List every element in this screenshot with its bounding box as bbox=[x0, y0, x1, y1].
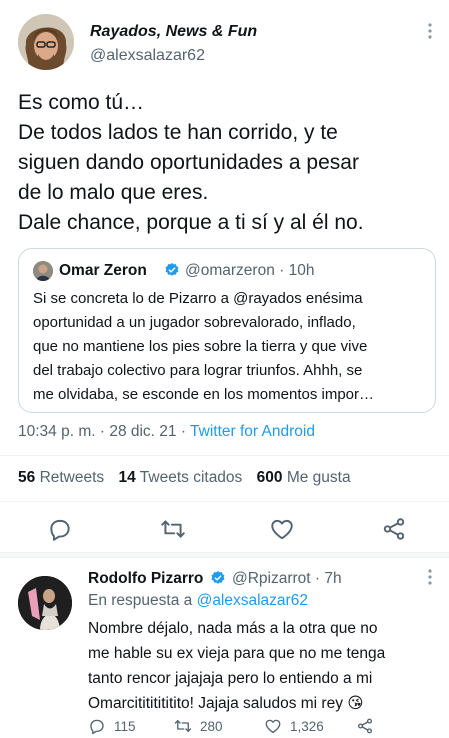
author-handle[interactable]: @alexsalazar62 bbox=[90, 47, 205, 65]
avatar-portrait-icon bbox=[18, 576, 72, 630]
author-avatar[interactable] bbox=[18, 14, 74, 70]
quoted-text-line: me olvidaba, se esconde en los momentos … bbox=[33, 386, 375, 403]
heart-icon bbox=[265, 719, 281, 734]
quotes-label[interactable]: Tweets citados bbox=[140, 469, 243, 486]
quoted-meta: @omarzeron · 10h bbox=[185, 262, 315, 279]
reply-tweet[interactable]: Rodolfo Pizarro @Rpizarrot · 7h En respu… bbox=[0, 558, 449, 738]
like-count: 1,326 bbox=[290, 718, 324, 734]
tweet-text-line: siguen dando oportunidades a pesar bbox=[18, 151, 359, 174]
tweet-timestamp: 10:34 p. m. · 28 dic. 21 · Twitter for A… bbox=[18, 423, 315, 441]
quoted-tweet[interactable]: Omar Zeron @omarzeron · 10h Si se concre… bbox=[18, 248, 436, 413]
in-reply-mention-link[interactable]: @alexsalazar62 bbox=[197, 592, 308, 609]
tweet-text-line: Es como tú… bbox=[18, 91, 145, 114]
divider bbox=[0, 455, 449, 456]
tweet-text: Es como tú… De todos lados te han corrid… bbox=[18, 88, 443, 238]
reply-icon bbox=[90, 719, 104, 735]
timestamp-text[interactable]: 10:34 p. m. · 28 dic. 21 · bbox=[18, 423, 190, 440]
reply-text-line: tanto rencor jajajaja pero lo entiendo a… bbox=[88, 670, 373, 687]
tweet-header: Rayados, News & Fun @alexsalazar62 bbox=[18, 14, 433, 74]
retweets-count[interactable]: 56 bbox=[18, 469, 35, 486]
quoted-author-avatar[interactable] bbox=[33, 261, 53, 281]
quoted-author-name[interactable]: Omar Zeron bbox=[59, 262, 147, 280]
in-reply-prefix: En respuesta a bbox=[88, 592, 197, 609]
retweet-icon bbox=[174, 720, 192, 732]
reply-share-button[interactable] bbox=[356, 716, 382, 736]
retweets-label[interactable]: Retweets bbox=[40, 469, 105, 486]
share-icon[interactable] bbox=[381, 516, 407, 542]
more-options-icon[interactable] bbox=[427, 568, 433, 591]
reply-reply-button[interactable]: 115 bbox=[88, 716, 136, 736]
quoted-text: Si se concreta lo de Pizarro a @rayados … bbox=[33, 287, 428, 407]
reply-retweet-button[interactable]: 280 bbox=[174, 716, 223, 736]
author-display-name[interactable]: Rayados, News & Fun bbox=[90, 23, 257, 41]
tweet-text-line: de lo malo que eres. bbox=[18, 181, 209, 204]
share-icon bbox=[357, 718, 373, 734]
reply-text-line: me hable su ex vieja para que no me teng… bbox=[88, 645, 386, 662]
retweet-count: 280 bbox=[200, 718, 223, 734]
tweet-action-bar bbox=[0, 512, 449, 548]
retweet-icon[interactable] bbox=[160, 516, 186, 542]
in-reply-to: En respuesta a @alexsalazar62 bbox=[88, 592, 308, 610]
quoted-text-line: del trabajo colectivo para lograr triunf… bbox=[33, 362, 363, 379]
reply-like-button[interactable]: 1,326 bbox=[264, 716, 324, 736]
likes-count[interactable]: 600 bbox=[257, 469, 283, 486]
quoted-text-line: oportunidad a un jugador sobrevalorado, … bbox=[33, 314, 356, 331]
verified-badge-icon bbox=[165, 263, 179, 276]
quoted-text-line: Si se concreta lo de Pizarro a @rayados … bbox=[33, 290, 363, 307]
avatar-portrait-icon bbox=[18, 14, 74, 70]
reply-author-name[interactable]: Rodolfo Pizarro bbox=[88, 570, 203, 588]
quotes-count[interactable]: 14 bbox=[119, 469, 136, 486]
tweet-text-line: De todos lados te han corrido, y te bbox=[18, 121, 338, 144]
reply-icon[interactable] bbox=[47, 516, 73, 542]
verified-badge-icon bbox=[211, 571, 225, 584]
divider bbox=[0, 501, 449, 502]
more-options-icon[interactable] bbox=[427, 22, 433, 44]
reply-meta: @Rpizarrot · 7h bbox=[232, 570, 342, 587]
reply-action-bar: 115 280 1,326 bbox=[88, 716, 428, 738]
engagement-stats: 56 Retweets 14 Tweets citados 600 Me gus… bbox=[18, 469, 351, 487]
quoted-text-line: que no mantiene los pies sobre la tierra… bbox=[33, 338, 368, 355]
reply-text-line: Nombre déjalo, nada más a la otra que no bbox=[88, 620, 378, 637]
likes-label[interactable]: Me gusta bbox=[287, 469, 351, 486]
reply-author-avatar[interactable] bbox=[18, 576, 72, 630]
reply-text: Nombre déjalo, nada más a la otra que no… bbox=[88, 616, 438, 716]
heart-icon[interactable] bbox=[269, 516, 295, 542]
reply-text-line: Omarcitititititito! Jajaja saludos mi re… bbox=[88, 695, 364, 712]
avatar-portrait-icon bbox=[33, 261, 53, 281]
tweet-text-line: Dale chance, porque a ti sí y al él no. bbox=[18, 211, 364, 234]
reply-count: 115 bbox=[114, 718, 136, 734]
tweet-source-link[interactable]: Twitter for Android bbox=[190, 423, 315, 440]
